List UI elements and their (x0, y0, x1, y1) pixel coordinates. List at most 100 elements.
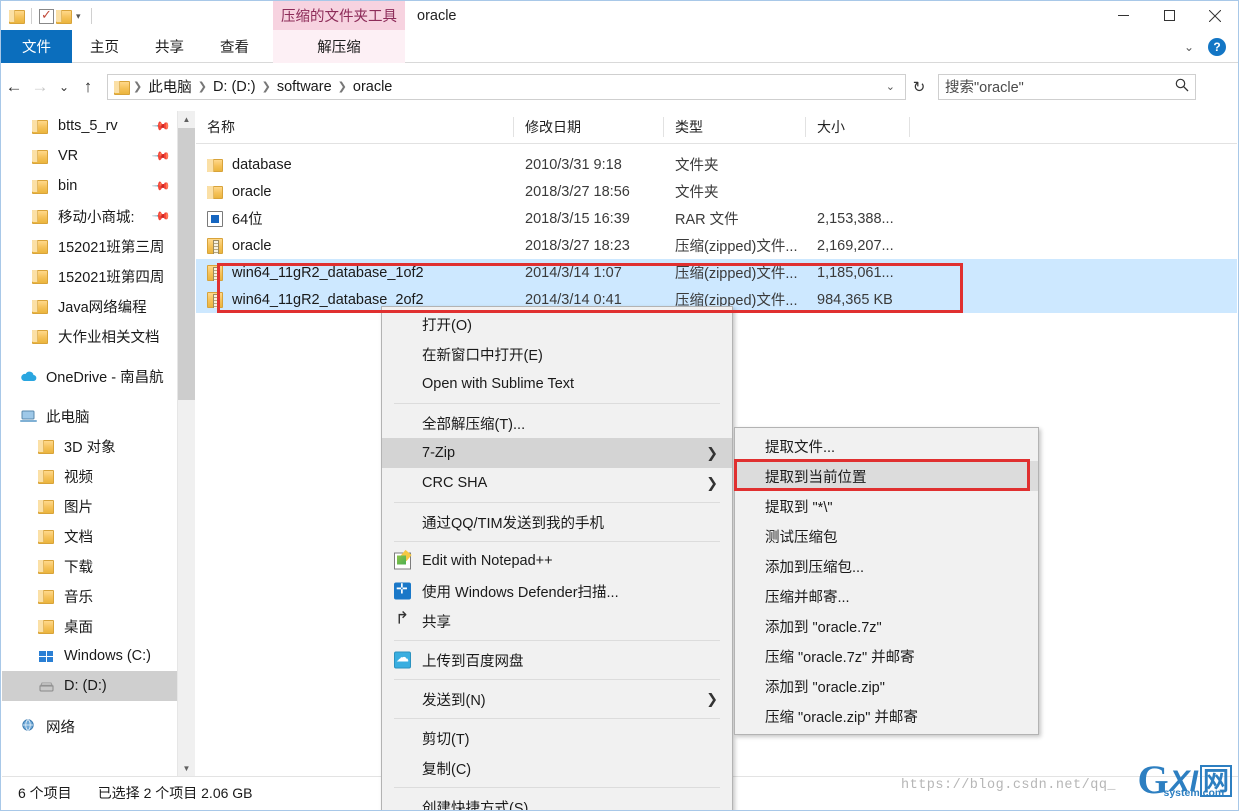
column-header-name[interactable]: 名称 ▲ (196, 111, 514, 144)
context-submenu-7zip[interactable]: 提取文件... 提取到当前位置 提取到 "*\" 测试压缩包 添加到压缩包...… (734, 427, 1039, 735)
sidebar-item-music[interactable]: 音乐 (2, 581, 177, 611)
menu-item-cut[interactable]: 剪切(T) (382, 723, 732, 753)
table-row[interactable]: oracle 2018/3/27 18:23 压缩(zipped)文件... 2… (196, 232, 1237, 259)
sidebar-item-class-week4[interactable]: 152021班第四周 (2, 261, 177, 291)
sidebar-item-3d-objects[interactable]: 3D 对象 (2, 431, 177, 461)
sidebar-item-videos[interactable]: 视频 (2, 461, 177, 491)
menu-item-send-to[interactable]: 发送到(N) ❯ (382, 684, 732, 714)
menu-item-extract-all[interactable]: 全部解压缩(T)... (382, 408, 732, 438)
menu-item-open[interactable]: 打开(O) (382, 309, 732, 339)
pin-icon[interactable]: 📌 (151, 146, 171, 166)
breadcrumb-item-oracle[interactable]: oracle (348, 79, 398, 95)
sidebar-item-onedrive[interactable]: OneDrive - 南昌航 (2, 361, 177, 391)
tab-extract[interactable]: 解压缩 (273, 30, 405, 63)
back-button[interactable]: ← (1, 73, 27, 101)
scroll-down-icon[interactable]: ▼ (178, 760, 195, 777)
menu-item-7zip[interactable]: 7-Zip ❯ (382, 438, 732, 468)
sidebar-item-label: 视频 (64, 469, 93, 486)
breadcrumb[interactable]: ❯ 此电脑 ❯ D: (D:) ❯ software ❯ oracle ⌄ (107, 73, 906, 100)
recent-locations-icon[interactable]: ⌄ (53, 73, 75, 101)
sidebar-item-windows-c[interactable]: Windows (C:) (2, 641, 177, 671)
column-header-size[interactable]: 大小 (806, 111, 910, 144)
sidebar-item-network[interactable]: 网络 (2, 711, 177, 741)
pin-icon[interactable]: 📌 (151, 116, 171, 136)
submenu-item-extract-to-folder[interactable]: 提取到 "*\" (735, 491, 1038, 521)
up-button[interactable]: ↑ (75, 73, 101, 101)
submenu-item-extract-files[interactable]: 提取文件... (735, 431, 1038, 461)
sidebar-item-vr[interactable]: VR 📌 (2, 141, 177, 171)
sidebar-item-pictures[interactable]: 图片 (2, 491, 177, 521)
maximize-button[interactable] (1146, 1, 1192, 30)
sidebar-item-downloads[interactable]: 下载 (2, 551, 177, 581)
submenu-item-test-archive[interactable]: 测试压缩包 (735, 521, 1038, 551)
sidebar-item-label: OneDrive - 南昌航 (46, 369, 164, 386)
menu-item-open-sublime[interactable]: Open with Sublime Text (382, 369, 732, 399)
menu-item-qq-send-phone[interactable]: 通过QQ/TIM发送到我的手机 (382, 507, 732, 537)
minimize-button[interactable] (1100, 1, 1146, 30)
column-header-date[interactable]: 修改日期 (514, 111, 664, 144)
sidebar-item-class-week3[interactable]: 152021班第三周 (2, 231, 177, 261)
submenu-item-add-to-oracle-zip[interactable]: 添加到 "oracle.zip" (735, 671, 1038, 701)
sidebar-item-d-drive[interactable]: D: (D:) (2, 671, 177, 701)
quick-access-toolbar: ▾ (9, 6, 97, 26)
menu-item-crc-sha[interactable]: CRC SHA ❯ (382, 468, 732, 498)
close-button[interactable] (1192, 1, 1238, 30)
breadcrumb-item-software[interactable]: software (272, 79, 337, 95)
help-icon[interactable]: ? (1208, 37, 1226, 56)
sidebar-item-btts5rv[interactable]: btts_5_rv 📌 (2, 111, 177, 141)
submenu-item-compress-oracle-zip-email[interactable]: 压缩 "oracle.zip" 并邮寄 (735, 701, 1038, 731)
scroll-up-icon[interactable]: ▲ (178, 111, 195, 128)
navigation-pane-scrollbar[interactable]: ▲ ▼ (178, 111, 195, 777)
submenu-item-compress-oracle-7z-email[interactable]: 压缩 "oracle.7z" 并邮寄 (735, 641, 1038, 671)
sidebar-item-desktop[interactable]: 桌面 (2, 611, 177, 641)
submenu-item-add-to-oracle-7z[interactable]: 添加到 "oracle.7z" (735, 611, 1038, 641)
submenu-item-add-to-archive[interactable]: 添加到压缩包... (735, 551, 1038, 581)
menu-item-defender-scan[interactable]: 使用 Windows Defender扫描... (382, 576, 732, 606)
pin-icon[interactable]: 📌 (151, 176, 171, 196)
properties-icon[interactable] (39, 7, 54, 24)
new-folder-icon[interactable] (56, 9, 72, 24)
menu-item-upload-baidu[interactable]: 上传到百度网盘 (382, 645, 732, 675)
submenu-item-extract-here[interactable]: 提取到当前位置 (735, 461, 1038, 491)
chevron-right-icon: ❯ (706, 474, 718, 491)
table-row[interactable]: database 2010/3/31 9:18 文件夹 (196, 151, 1237, 178)
search-icon[interactable] (1175, 78, 1189, 95)
forward-button[interactable]: → (27, 73, 53, 101)
breadcrumb-item-d-drive[interactable]: D: (D:) (208, 79, 261, 95)
sidebar-item-bin[interactable]: bin 📌 (2, 171, 177, 201)
column-header-name-label: 名称 (207, 119, 235, 135)
sidebar-item-mobile-shop[interactable]: 移动小商城: 📌 (2, 201, 177, 231)
menu-item-create-shortcut[interactable]: 创建快捷方式(S) (382, 792, 732, 811)
search-placeholder: 搜索"oracle" (945, 80, 1024, 96)
breadcrumb-dropdown-icon[interactable]: ⌄ (880, 80, 901, 93)
sidebar-item-documents[interactable]: 文档 (2, 521, 177, 551)
submenu-item-compress-and-email[interactable]: 压缩并邮寄... (735, 581, 1038, 611)
chevron-down-icon[interactable]: ▾ (73, 7, 84, 25)
scrollbar-thumb[interactable] (178, 128, 195, 400)
table-row[interactable]: win64_11gR2_database_1of2 2014/3/14 1:07… (196, 259, 1237, 286)
menu-separator (394, 718, 720, 719)
chevron-down-icon-ribbon[interactable]: ⌄ (1178, 40, 1200, 54)
navigation-pane[interactable]: btts_5_rv 📌 VR 📌 bin 📌 移动小商城: 📌 152021班第… (2, 111, 178, 777)
refresh-icon[interactable]: ↻ (906, 74, 932, 100)
menu-item-edit-notepadpp[interactable]: Edit with Notepad++ (382, 546, 732, 576)
sidebar-item-this-pc[interactable]: 此电脑 (2, 401, 177, 431)
menu-item-open-new-window[interactable]: 在新窗口中打开(E) (382, 339, 732, 369)
breadcrumb-item-this-pc[interactable]: 此电脑 (143, 76, 197, 97)
sidebar-item-project-docs[interactable]: 大作业相关文档 (2, 321, 177, 351)
menu-separator (394, 541, 720, 542)
table-row[interactable]: oracle 2018/3/27 18:56 文件夹 (196, 178, 1237, 205)
tab-share[interactable]: 共享 (137, 30, 202, 63)
tab-home[interactable]: 主页 (72, 30, 137, 63)
menu-item-share[interactable]: 共享 (382, 606, 732, 636)
column-header-type[interactable]: 类型 (664, 111, 806, 144)
tab-file[interactable]: 文件 (1, 30, 72, 63)
pin-icon[interactable]: 📌 (151, 206, 171, 226)
tab-view[interactable]: 查看 (202, 30, 267, 63)
menu-item-copy[interactable]: 复制(C) (382, 753, 732, 783)
search-input[interactable]: 搜索"oracle" (938, 73, 1196, 100)
sidebar-item-java-network[interactable]: Java网络编程 (2, 291, 177, 321)
context-menu[interactable]: 打开(O) 在新窗口中打开(E) Open with Sublime Text … (381, 306, 733, 811)
file-list-header: 名称 ▲ 修改日期 类型 大小 (196, 111, 1237, 144)
table-row[interactable]: 64位 2018/3/15 16:39 RAR 文件 2,153,388... (196, 205, 1237, 232)
